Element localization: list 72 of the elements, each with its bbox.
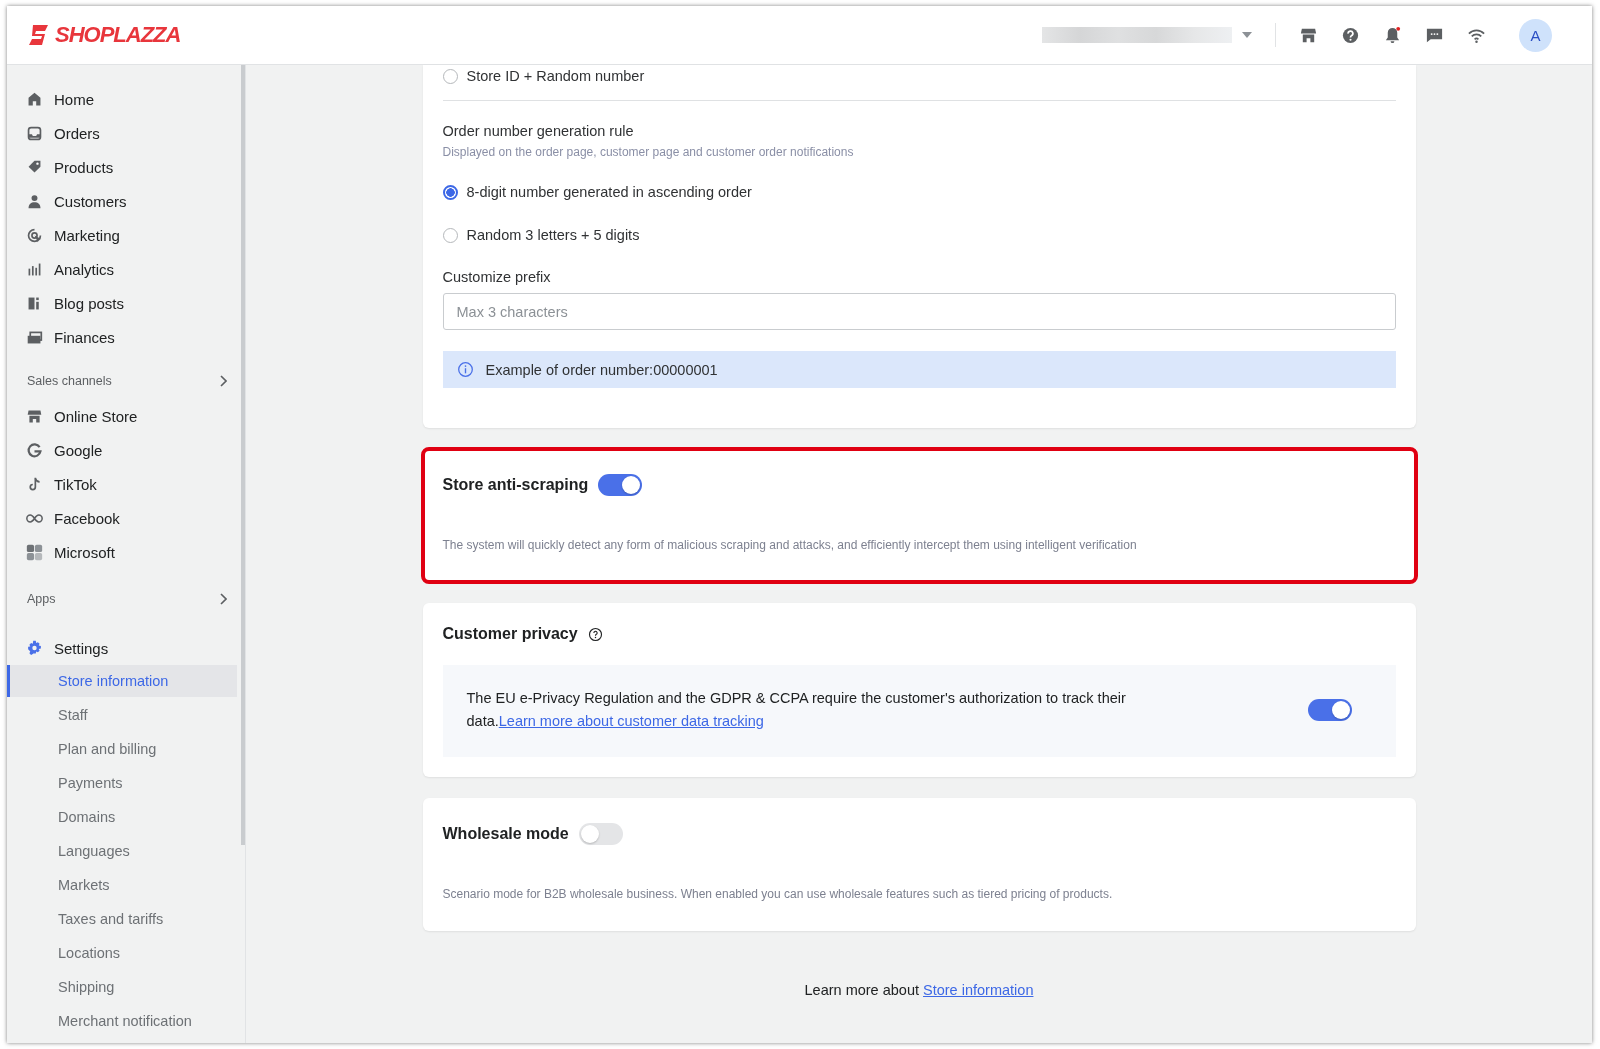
tag-icon: [26, 158, 43, 176]
option-label: Random 3 letters + 5 digits: [466, 227, 640, 243]
card-title: Store anti-scraping: [442, 476, 589, 494]
settings-icon: [26, 639, 43, 657]
sub-nav-item[interactable]: Plan and billing: [7, 733, 237, 765]
notification-icon[interactable]: [1383, 25, 1402, 45]
nav-item[interactable]: Settings: [7, 631, 245, 665]
privacy-text: The EU e-Privacy Regulation and the GDPR & CCPA require the customer's authorization to track their data.Learn more about customer data tracking: [466, 689, 1127, 731]
option-label: 8-digit number generated in ascending order: [466, 184, 752, 200]
footer-link[interactable]: Store information: [923, 982, 1034, 998]
field-title: Order number generation rule: [442, 123, 635, 139]
radio-option[interactable]: Store ID + Random number: [442, 65, 1396, 87]
radio-option[interactable]: 8-digit number generated in ascending order: [442, 181, 1396, 203]
toggle-switch[interactable]: [1307, 699, 1352, 721]
g-logo-icon: [26, 441, 43, 459]
nav-item[interactable]: Orders: [7, 116, 245, 150]
chevron-right-icon: [219, 375, 227, 387]
card-title: Wholesale mode: [442, 825, 569, 843]
option-label: Store ID + Random number: [466, 68, 645, 84]
section-header[interactable]: Apps: [7, 585, 245, 613]
card-title: Customer privacy: [442, 625, 578, 643]
field-label: Customize prefix: [442, 269, 552, 285]
card-description: The system will quickly detect any form of malicious scraping and attacks, and efficiently intercept them using intelligent verification: [442, 538, 1138, 552]
toggle-switch[interactable]: [598, 474, 643, 496]
info-icon: [456, 361, 474, 378]
avatar[interactable]: A: [1519, 18, 1552, 52]
help-icon[interactable]: [587, 626, 603, 642]
sub-nav-item[interactable]: Locations: [7, 937, 237, 969]
nav-item[interactable]: Blog posts: [7, 286, 245, 320]
nav-item[interactable]: Microsoft: [7, 535, 245, 569]
sub-nav-item[interactable]: Domains: [7, 801, 237, 833]
nav-item[interactable]: Finances: [7, 320, 245, 354]
radio-button[interactable]: [442, 184, 458, 200]
radio-button[interactable]: [442, 227, 458, 243]
sub-nav-item[interactable]: Payments: [7, 767, 237, 799]
logo-icon: [27, 23, 51, 47]
radio-button[interactable]: [442, 68, 458, 84]
target-icon: [26, 226, 43, 244]
nav-item[interactable]: Products: [7, 150, 245, 184]
sub-nav-item[interactable]: Markets: [7, 869, 237, 901]
inbox-icon: [26, 124, 43, 142]
person-icon: [26, 192, 43, 210]
nav-item[interactable]: Facebook: [7, 501, 245, 535]
nav-item[interactable]: Customers: [7, 184, 245, 218]
nav-item[interactable]: Home: [7, 82, 245, 116]
nav-item[interactable]: Marketing: [7, 218, 245, 252]
help-icon[interactable]: [1341, 25, 1360, 45]
home-icon: [26, 90, 43, 108]
sub-nav-item[interactable]: Merchant notification: [7, 1005, 237, 1037]
nav-item[interactable]: Google: [7, 433, 245, 467]
footer-text: Learn more about: [804, 982, 919, 998]
field-hint: Displayed on the order page, customer page and customer order notifications: [442, 145, 855, 159]
info-text: Example of order number:00000001: [485, 361, 718, 378]
sub-nav-item[interactable]: Languages: [7, 835, 237, 867]
card-description: Scenario mode for B2B wholesale business. When enabled you can use wholesale features such as tiered pricing of products.: [442, 887, 1114, 901]
radio-option[interactable]: Random 3 letters + 5 digits: [442, 224, 1396, 246]
sub-nav-item[interactable]: Taxes and tariffs: [7, 903, 237, 935]
tiles-icon: [26, 543, 43, 561]
caret-icon: [1242, 32, 1252, 38]
sub-nav-item[interactable]: Shipping: [7, 971, 237, 1003]
prefix-input[interactable]: Max 3 characters: [442, 293, 1396, 330]
nav-item[interactable]: TikTok: [7, 467, 245, 501]
music-note-icon: [26, 475, 43, 493]
nav-item[interactable]: Analytics: [7, 252, 245, 286]
nav-item[interactable]: Online Store: [7, 399, 245, 433]
chevron-right-icon: [219, 593, 227, 605]
sub-nav-item[interactable]: Staff: [7, 699, 237, 731]
toggle-switch[interactable]: [578, 823, 623, 845]
sub-nav-item[interactable]: Store information: [7, 665, 237, 697]
learn-more-link[interactable]: Learn more about customer data tracking: [498, 713, 764, 729]
section-header[interactable]: Sales channels: [7, 367, 245, 395]
logo-wordmark: SHOPLAZZA: [55, 22, 181, 48]
